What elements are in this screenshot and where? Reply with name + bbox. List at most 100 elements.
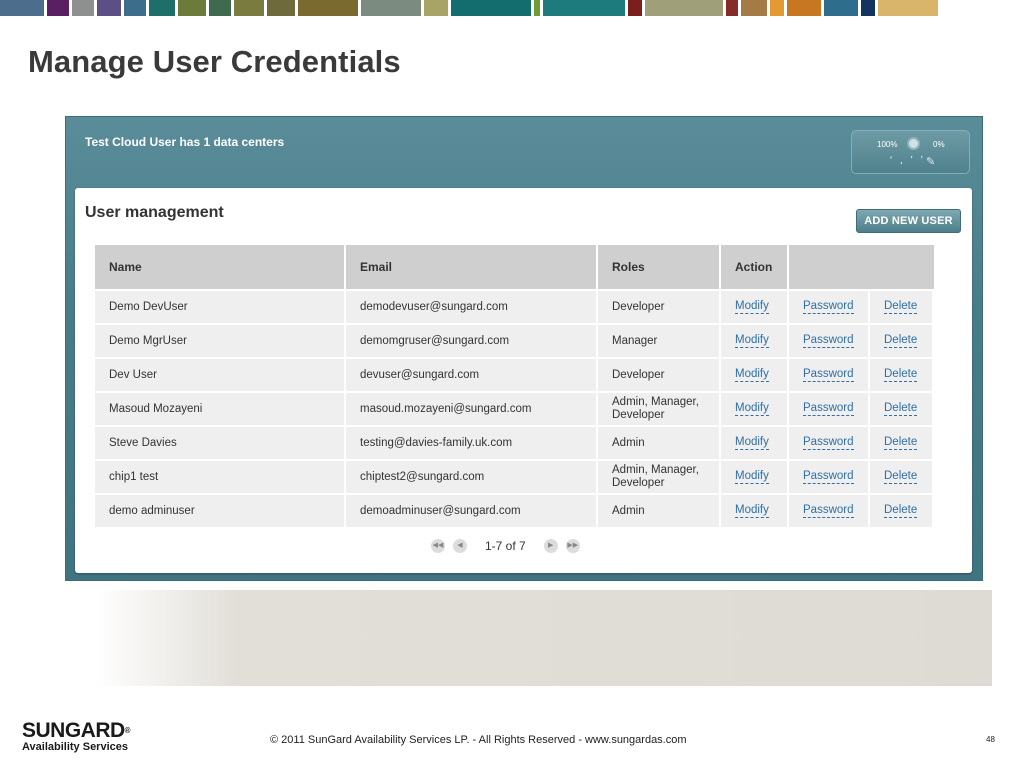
last-page-icon[interactable]: ▶▶ [565,539,580,553]
first-page-icon[interactable]: ◀◀ [431,539,445,553]
strip-segment [209,0,231,16]
cell-email: demoadminuser@sungard.com [346,495,596,527]
datacenter-summary: Test Cloud User has 1 data centers [85,135,285,149]
cell-email: testing@davies-family.uk.com [346,427,596,459]
cell-delete: Delete [870,325,932,357]
logo-subtitle: Availability Services [22,741,128,753]
delete-link[interactable]: Delete [884,504,918,518]
slide-title: Manage User Credentials [28,44,401,79]
top-color-strip [0,0,1024,16]
cell-modify: Modify [721,427,787,459]
modify-link[interactable]: Modify [735,402,769,416]
password-link[interactable]: Password [803,470,854,484]
strip-segment [451,0,531,16]
password-link[interactable]: Password [803,300,854,314]
table-row: Demo MgrUser demomgruser@sungard.com Manag… [95,325,936,357]
strip-segment [787,0,821,16]
cell-email: chiptest2@sungard.com [346,461,596,493]
next-page-icon[interactable]: ▶ [543,539,558,553]
app-window: Test Cloud User has 1 data centers 100% … [65,116,983,581]
cell-modify: Modify [721,393,787,425]
gray-band [96,590,992,686]
table-row: Demo DevUser demodevuser@sungard.com Devel… [95,291,936,323]
strip-segment [178,0,206,16]
page-number: 48 [986,735,995,744]
pencil-icon[interactable]: ✎ [926,155,935,168]
cell-password: Password [789,393,868,425]
logo-wordmark: SUNGARD® [22,719,131,742]
sungard-logo: SUNGARD® Availability Services [22,719,131,753]
cell-email: masoud.mozayeni@sungard.com [346,393,596,425]
prev-page-icon[interactable]: ◀ [453,539,467,553]
meter-right-label: 0% [933,140,945,149]
cell-email: devuser@sungard.com [346,359,596,391]
cell-modify: Modify [721,291,787,323]
modify-link[interactable]: Modify [735,470,769,484]
usage-meter[interactable]: 100% 0% ‘ ‚ ’ ’ ✎ [851,130,970,174]
password-link[interactable]: Password [803,368,854,382]
modify-link[interactable]: Modify [735,436,769,450]
cell-roles: Developer [598,291,719,323]
modify-link[interactable]: Modify [735,300,769,314]
cell-delete: Delete [870,359,932,391]
meter-ticks: ‘ ‚ ’ ’ [890,155,926,166]
cell-roles: Admin, Manager, Developer [598,393,719,425]
cell-name: demo adminuser [95,495,344,527]
strip-segment [361,0,421,16]
table-row: Dev User devuser@sungard.com Developer Modi… [95,359,936,391]
meter-knob-icon[interactable] [907,137,920,150]
cell-delete: Delete [870,495,932,527]
modify-link[interactable]: Modify [735,504,769,518]
cell-roles: Admin, Manager, Developer [598,461,719,493]
password-link[interactable]: Password [803,504,854,518]
delete-link[interactable]: Delete [884,470,918,484]
strip-segment [72,0,94,16]
strip-segment [645,0,723,16]
cell-password: Password [789,495,868,527]
strip-segment [149,0,175,16]
password-link[interactable]: Password [803,334,854,348]
add-new-user-button[interactable]: ADD NEW USER [856,209,961,233]
cell-password: Password [789,427,868,459]
delete-link[interactable]: Delete [884,300,918,314]
password-link[interactable]: Password [803,402,854,416]
modify-link[interactable]: Modify [735,368,769,382]
cell-delete: Delete [870,291,932,323]
cell-roles: Manager [598,325,719,357]
cell-delete: Delete [870,461,932,493]
panel-title: User management [85,204,224,221]
header-roles: Roles [598,245,719,289]
strip-segment [861,0,875,16]
cell-email: demodevuser@sungard.com [346,291,596,323]
cell-modify: Modify [721,495,787,527]
cell-name: Dev User [95,359,344,391]
table-row: demo adminuser demoadminuser@sungard.com A… [95,495,936,527]
strip-segment [298,0,358,16]
delete-link[interactable]: Delete [884,436,918,450]
strip-segment [543,0,625,16]
header-email: Email [346,245,596,289]
cell-roles: Admin [598,495,719,527]
header-empty [789,245,934,289]
strip-segment [741,0,767,16]
cell-delete: Delete [870,393,932,425]
strip-segment [47,0,69,16]
strip-segment [234,0,264,16]
header-action: Action [721,245,787,289]
modify-link[interactable]: Modify [735,334,769,348]
delete-link[interactable]: Delete [884,368,918,382]
cell-modify: Modify [721,325,787,357]
pagination-text: 1-7 of 7 [485,539,526,553]
cell-name: chip1 test [95,461,344,493]
table-header-row: Name Email Roles Action [95,245,936,289]
cell-modify: Modify [721,461,787,493]
delete-link[interactable]: Delete [884,334,918,348]
table-row: Steve Davies testing@davies-family.uk.com… [95,427,936,459]
cell-roles: Admin [598,427,719,459]
strip-segment [628,0,642,16]
password-link[interactable]: Password [803,436,854,450]
strip-segment [824,0,858,16]
strip-segment [0,0,44,16]
cell-password: Password [789,291,868,323]
delete-link[interactable]: Delete [884,402,918,416]
